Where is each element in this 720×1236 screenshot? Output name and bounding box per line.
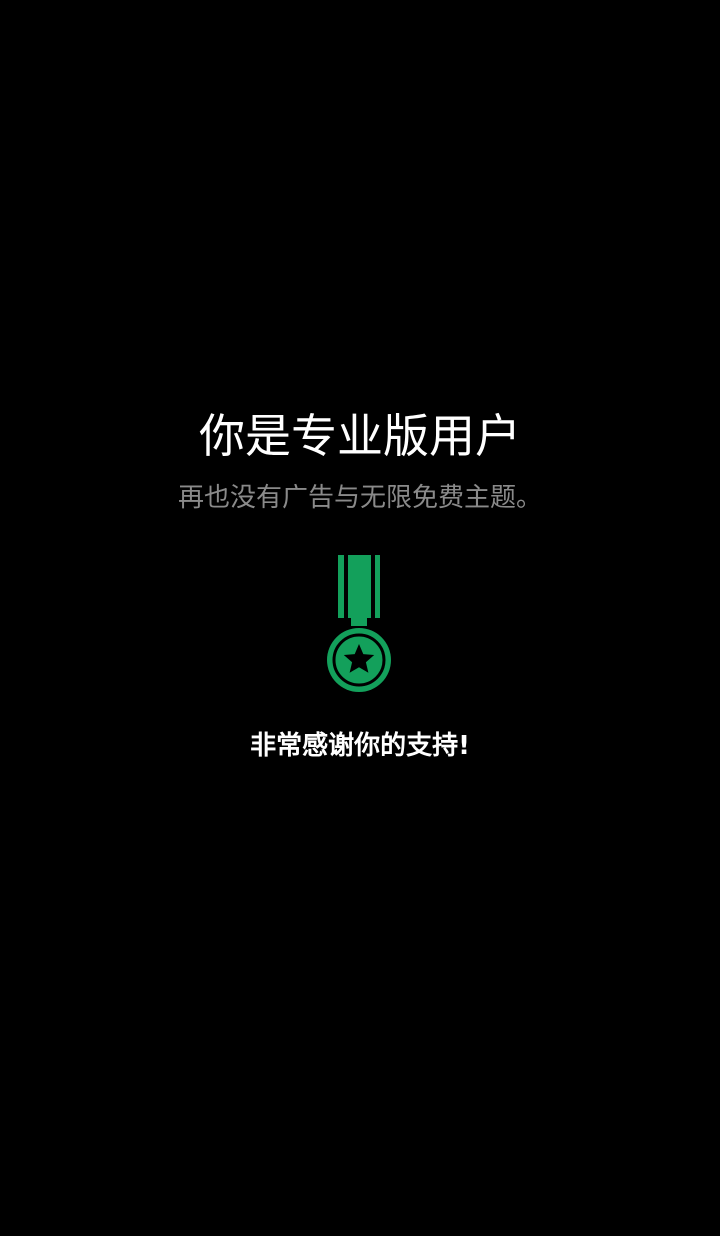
pro-user-screen: 你是专业版用户 再也没有广告与无限免费主题。 非常感谢你的支持! (0, 0, 720, 1236)
medal-connector (351, 618, 367, 626)
medal-ribbon-stripe-left (344, 555, 348, 618)
page-subtitle: 再也没有广告与无限免费主题。 (177, 483, 542, 513)
medal-ribbon-stripe-right (371, 555, 375, 618)
page-title: 你是专业版用户 (199, 409, 521, 463)
thanks-message: 非常感谢你的支持! (250, 731, 470, 761)
medal-icon (327, 555, 391, 692)
